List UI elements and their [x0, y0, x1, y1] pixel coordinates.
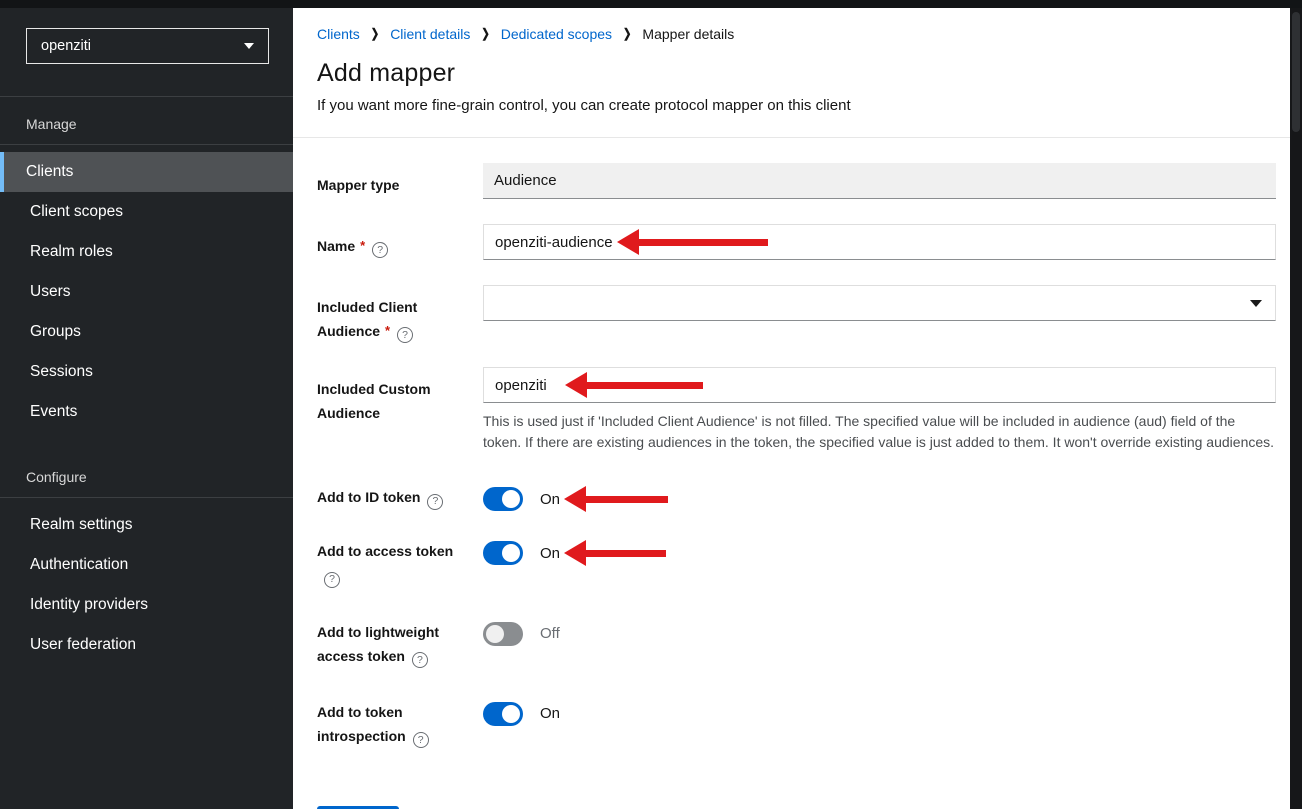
add-to-access-token-row: Add to access token? On	[317, 537, 1276, 587]
help-icon[interactable]: ?	[372, 242, 388, 258]
mapper-type-label: Mapper type	[317, 163, 483, 197]
help-icon[interactable]: ?	[427, 494, 443, 510]
name-row: Name*?	[317, 224, 1276, 260]
sidebar-item-clients[interactable]: Clients	[0, 152, 293, 192]
toggle-state-text: On	[540, 545, 560, 562]
included-client-audience-row: Included Client Audience*?	[317, 285, 1276, 343]
add-mapper-form: Mapper type Name*? Included Client Audie…	[293, 138, 1290, 809]
caret-down-icon	[1250, 300, 1262, 307]
toggle-state-text: On	[540, 705, 560, 722]
mapper-type-row: Mapper type	[317, 163, 1276, 199]
page-header: Clients ❯ Client details ❯ Dedicated sco…	[293, 8, 1290, 138]
annotation-arrow	[564, 486, 668, 512]
main-content: Clients ❯ Client details ❯ Dedicated sco…	[293, 8, 1290, 809]
add-to-lightweight-access-token-label: Add to lightweight access token?	[317, 618, 483, 668]
name-input[interactable]	[483, 224, 1276, 260]
add-to-access-token-toggle[interactable]	[483, 541, 523, 565]
included-custom-audience-label: Included Custom Audience	[317, 367, 483, 425]
name-label: Name*?	[317, 224, 483, 258]
sidebar-item-realm-settings[interactable]: Realm settings	[0, 505, 293, 545]
page-subtitle: If you want more fine-grain control, you…	[317, 97, 1266, 114]
breadcrumb-client-details[interactable]: Client details	[390, 26, 470, 42]
toggle-state-text: On	[540, 491, 560, 508]
included-custom-audience-input[interactable]	[483, 367, 1276, 403]
sidebar-item-realm-roles[interactable]: Realm roles	[0, 232, 293, 272]
sidebar-item-events[interactable]: Events	[0, 392, 293, 432]
mapper-type-field	[483, 163, 1276, 199]
help-icon[interactable]: ?	[324, 572, 340, 588]
add-to-token-introspection-toggle[interactable]	[483, 702, 523, 726]
sidebar-manage-list: Clients Client scopes Realm roles Users …	[0, 145, 293, 432]
help-icon[interactable]: ?	[397, 327, 413, 343]
add-to-token-introspection-row: Add to token introspection? On	[317, 698, 1276, 748]
included-custom-audience-row: Included Custom Audience This is used ju…	[317, 367, 1276, 453]
breadcrumb-separator-icon: ❯	[481, 27, 489, 41]
included-client-audience-label: Included Client Audience*?	[317, 285, 483, 343]
caret-down-icon	[244, 43, 254, 49]
window-top-strip	[0, 0, 1302, 8]
breadcrumb: Clients ❯ Client details ❯ Dedicated sco…	[317, 26, 1266, 42]
add-to-id-token-label: Add to ID token?	[317, 483, 483, 509]
page-title: Add mapper	[317, 59, 1266, 88]
sidebar-configure-list: Realm settings Authentication Identity p…	[0, 498, 293, 665]
realm-selector-dropdown[interactable]: openziti	[26, 28, 269, 64]
breadcrumb-separator-icon: ❯	[371, 27, 379, 41]
add-to-lightweight-access-token-toggle[interactable]	[483, 622, 523, 646]
vertical-scrollbar[interactable]	[1290, 8, 1302, 809]
annotation-arrow	[564, 540, 666, 566]
toggle-state-text: Off	[540, 625, 560, 642]
sidebar-item-sessions[interactable]: Sessions	[0, 352, 293, 392]
sidebar-gap	[0, 432, 293, 450]
required-asterisk: *	[385, 323, 390, 338]
sidebar-item-users[interactable]: Users	[0, 272, 293, 312]
add-to-id-token-toggle[interactable]	[483, 487, 523, 511]
sidebar-section-manage: Manage	[0, 97, 293, 145]
sidebar-item-client-scopes[interactable]: Client scopes	[0, 192, 293, 232]
breadcrumb-clients[interactable]: Clients	[317, 26, 360, 42]
sidebar-section-configure: Configure	[0, 450, 293, 498]
breadcrumb-current: Mapper details	[642, 26, 734, 42]
add-to-id-token-row: Add to ID token? On	[317, 483, 1276, 511]
breadcrumb-dedicated-scopes[interactable]: Dedicated scopes	[501, 26, 612, 42]
sidebar-item-identity-providers[interactable]: Identity providers	[0, 585, 293, 625]
scrollbar-thumb[interactable]	[1292, 12, 1300, 132]
help-icon[interactable]: ?	[413, 732, 429, 748]
add-to-lightweight-access-token-row: Add to lightweight access token? Off	[317, 618, 1276, 668]
sidebar-item-user-federation[interactable]: User federation	[0, 625, 293, 665]
add-to-token-introspection-label: Add to token introspection?	[317, 698, 483, 748]
required-asterisk: *	[360, 238, 365, 253]
sidebar-item-authentication[interactable]: Authentication	[0, 545, 293, 585]
included-client-audience-select[interactable]	[483, 285, 1276, 321]
included-custom-audience-helper: This is used just if 'Included Client Au…	[483, 411, 1276, 453]
breadcrumb-separator-icon: ❯	[623, 27, 631, 41]
sidebar: openziti Manage Clients Client scopes Re…	[0, 8, 293, 809]
sidebar-item-groups[interactable]: Groups	[0, 312, 293, 352]
realm-selector-value: openziti	[41, 38, 91, 54]
help-icon[interactable]: ?	[412, 652, 428, 668]
add-to-access-token-label: Add to access token?	[317, 537, 483, 587]
